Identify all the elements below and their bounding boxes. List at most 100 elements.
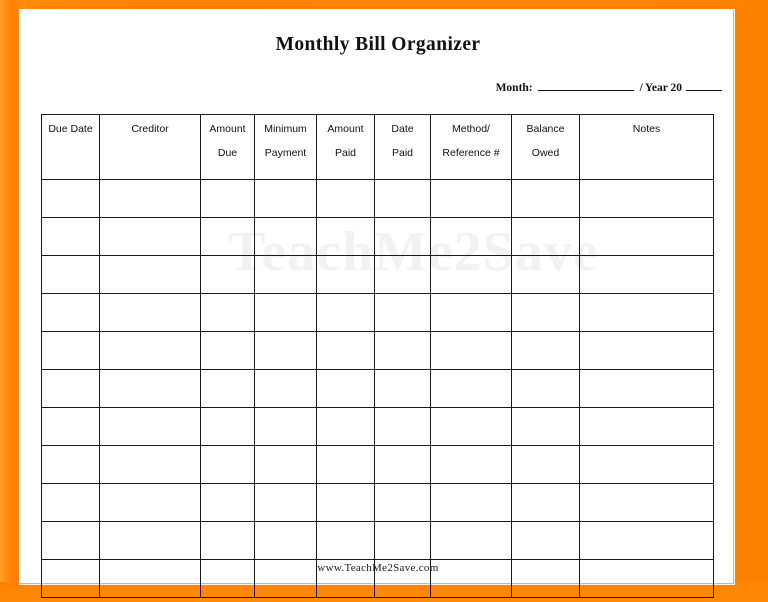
table-cell[interactable] (579, 483, 714, 522)
table-cell[interactable] (579, 521, 714, 560)
table-cell[interactable] (99, 217, 201, 256)
table-cell[interactable] (579, 293, 714, 332)
table-cell[interactable] (511, 559, 580, 598)
table-cell[interactable] (254, 217, 317, 256)
table-cell[interactable] (41, 293, 100, 332)
table-cell[interactable] (316, 369, 375, 408)
table-cell[interactable] (254, 255, 317, 294)
table-cell[interactable] (316, 483, 375, 522)
table-cell[interactable] (41, 521, 100, 560)
table-cell[interactable] (430, 293, 512, 332)
table-cell[interactable] (99, 521, 201, 560)
table-cell[interactable] (579, 217, 714, 256)
table-cell[interactable] (41, 369, 100, 408)
table-cell[interactable] (374, 521, 431, 560)
table-cell[interactable] (430, 369, 512, 408)
table-cell[interactable] (99, 179, 201, 218)
table-cell[interactable] (254, 369, 317, 408)
table-cell[interactable] (99, 483, 201, 522)
table-cell[interactable] (579, 179, 714, 218)
table-cell[interactable] (254, 407, 317, 446)
table-cell[interactable] (200, 179, 255, 218)
table-cell[interactable] (200, 521, 255, 560)
table-cell[interactable] (200, 293, 255, 332)
table-cell[interactable] (99, 331, 201, 370)
table-cell[interactable] (316, 293, 375, 332)
table-cell[interactable] (316, 407, 375, 446)
table-cell[interactable] (254, 521, 317, 560)
table-cell[interactable] (254, 179, 317, 218)
table-cell[interactable] (374, 217, 431, 256)
table-cell[interactable] (374, 369, 431, 408)
table-cell[interactable] (579, 369, 714, 408)
table-cell[interactable] (579, 255, 714, 294)
table-cell[interactable] (511, 407, 580, 446)
table-cell[interactable] (511, 445, 580, 484)
table-cell[interactable] (254, 331, 317, 370)
table-cell[interactable] (579, 445, 714, 484)
table-cell[interactable] (579, 331, 714, 370)
table-cell[interactable] (374, 445, 431, 484)
table-cell[interactable] (430, 179, 512, 218)
table-cell[interactable] (316, 559, 375, 598)
table-cell[interactable] (41, 331, 100, 370)
table-cell[interactable] (374, 559, 431, 598)
table-cell[interactable] (41, 445, 100, 484)
table-cell[interactable] (430, 407, 512, 446)
table-cell[interactable] (99, 559, 201, 598)
table-cell[interactable] (511, 521, 580, 560)
table-cell[interactable] (374, 179, 431, 218)
table-cell[interactable] (430, 331, 512, 370)
table-cell[interactable] (200, 217, 255, 256)
table-cell[interactable] (200, 483, 255, 522)
table-cell[interactable] (316, 331, 375, 370)
year-input-rule[interactable] (686, 89, 722, 91)
table-cell[interactable] (316, 217, 375, 256)
table-cell[interactable] (430, 255, 512, 294)
table-cell[interactable] (200, 255, 255, 294)
table-cell[interactable] (200, 407, 255, 446)
table-cell[interactable] (41, 179, 100, 218)
table-cell[interactable] (200, 559, 255, 598)
table-cell[interactable] (254, 483, 317, 522)
table-cell[interactable] (430, 559, 512, 598)
table-cell[interactable] (316, 255, 375, 294)
table-cell[interactable] (41, 483, 100, 522)
table-cell[interactable] (41, 559, 100, 598)
table-cell[interactable] (374, 293, 431, 332)
table-cell[interactable] (200, 445, 255, 484)
table-cell[interactable] (511, 179, 580, 218)
table-cell[interactable] (254, 559, 317, 598)
table-cell[interactable] (374, 255, 431, 294)
table-cell[interactable] (511, 217, 580, 256)
table-cell[interactable] (99, 255, 201, 294)
table-cell[interactable] (430, 483, 512, 522)
table-cell[interactable] (200, 369, 255, 408)
table-cell[interactable] (430, 521, 512, 560)
table-cell[interactable] (511, 369, 580, 408)
table-cell[interactable] (41, 407, 100, 446)
table-cell[interactable] (99, 445, 201, 484)
table-cell[interactable] (511, 293, 580, 332)
table-cell[interactable] (254, 445, 317, 484)
table-cell[interactable] (511, 255, 580, 294)
table-cell[interactable] (374, 331, 431, 370)
table-cell[interactable] (99, 407, 201, 446)
table-cell[interactable] (430, 445, 512, 484)
table-cell[interactable] (511, 331, 580, 370)
table-cell[interactable] (200, 331, 255, 370)
table-cell[interactable] (430, 217, 512, 256)
table-cell[interactable] (374, 407, 431, 446)
table-cell[interactable] (99, 369, 201, 408)
table-cell[interactable] (374, 483, 431, 522)
month-input-rule[interactable] (537, 89, 634, 91)
table-cell[interactable] (511, 483, 580, 522)
table-cell[interactable] (99, 293, 201, 332)
table-cell[interactable] (41, 255, 100, 294)
table-cell[interactable] (579, 407, 714, 446)
table-cell[interactable] (254, 293, 317, 332)
table-cell[interactable] (316, 521, 375, 560)
table-cell[interactable] (316, 179, 375, 218)
table-cell[interactable] (579, 559, 714, 598)
table-cell[interactable] (41, 217, 100, 256)
